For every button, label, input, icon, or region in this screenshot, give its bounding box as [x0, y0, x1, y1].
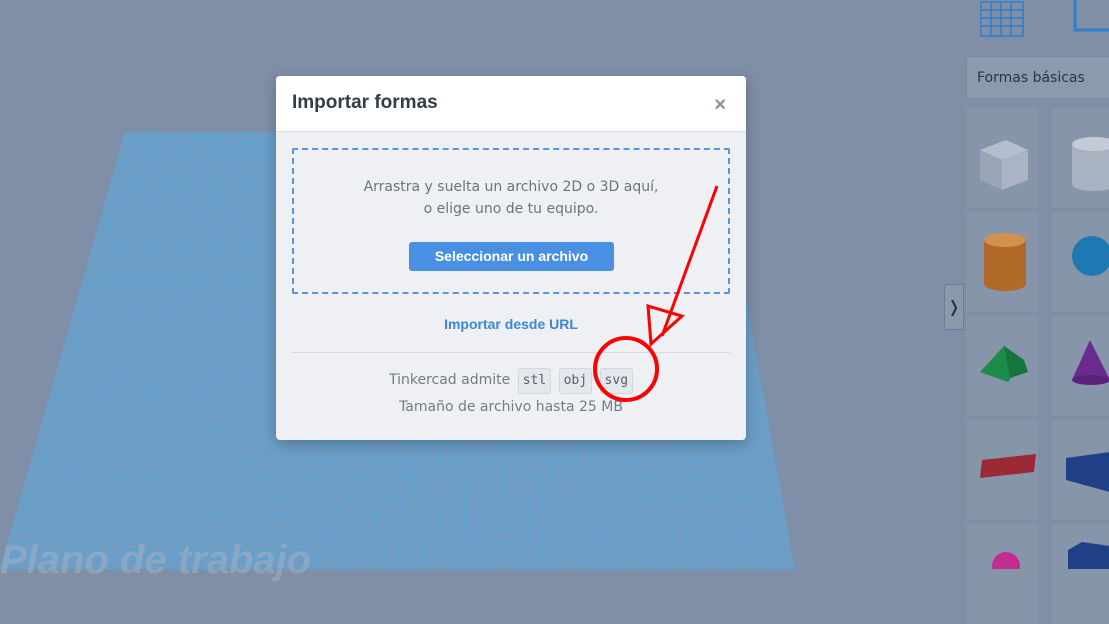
drop-instructions-secondary: o elige uno de tu equipo. [423, 201, 599, 217]
file-drop-zone[interactable]: Arrastra y suelta un archivo 2D o 3D aqu… [292, 148, 730, 294]
shape-tile[interactable] [966, 524, 1038, 624]
drop-instructions: Arrastra y suelta un archivo 2D o 3D aqu… [363, 179, 659, 195]
shape-tile[interactable] [1052, 524, 1109, 624]
shape-tile[interactable] [966, 108, 1038, 208]
supports-label: Tinkercad admite [388, 372, 511, 388]
shape-tile[interactable] [1052, 108, 1109, 208]
import-from-url-link[interactable]: Importar desde URL [276, 316, 746, 332]
grid-view-icon[interactable] [980, 1, 1024, 37]
shape-tile[interactable] [1052, 212, 1109, 312]
format-badge-stl: stl [517, 368, 552, 394]
shapes-panel: Formas básicas [957, 0, 1109, 624]
cone-icon [1072, 340, 1109, 385]
sphere-icon [1072, 236, 1109, 276]
text-icon [980, 454, 1036, 478]
torus-icon [992, 552, 1020, 580]
shape-tile[interactable] [966, 316, 1038, 416]
file-size-limit: Tamaño de archivo hasta 25 MB [399, 399, 623, 415]
shape-tile[interactable] [1052, 316, 1109, 416]
format-badge-obj: obj [558, 368, 593, 394]
dialog-header: Importar formas × [276, 76, 746, 132]
select-file-button[interactable]: Seleccionar un archivo [409, 242, 614, 271]
shape-tile[interactable] [966, 420, 1038, 520]
ruler-icon[interactable] [1073, 0, 1109, 32]
cylinder-hole-icon [1072, 137, 1109, 191]
cylinder-icon [984, 233, 1026, 291]
roof-icon [980, 346, 1028, 382]
shape-library-dropdown[interactable]: Formas básicas [966, 56, 1109, 99]
box-icon [980, 140, 1028, 190]
format-badge-svg: svg [599, 368, 634, 394]
view-icons [957, 0, 1109, 52]
shape-tile[interactable] [966, 212, 1038, 312]
wedge-icon [1066, 452, 1109, 492]
supported-formats: Tinkercad admite stl obj svg [276, 366, 746, 394]
workplane-label: Plano de trabajo [0, 538, 312, 582]
shape-tile[interactable] [1052, 420, 1109, 520]
import-shapes-dialog: Importar formas × Arrastra y suelta un a… [276, 76, 746, 440]
dialog-title: Importar formas [292, 92, 438, 113]
close-icon[interactable]: × [714, 94, 726, 117]
panel-collapse-button[interactable]: ❭ [944, 284, 964, 330]
polygon-icon [1068, 542, 1109, 569]
chevron-right-icon: ❭ [947, 297, 961, 316]
divider [292, 352, 730, 353]
